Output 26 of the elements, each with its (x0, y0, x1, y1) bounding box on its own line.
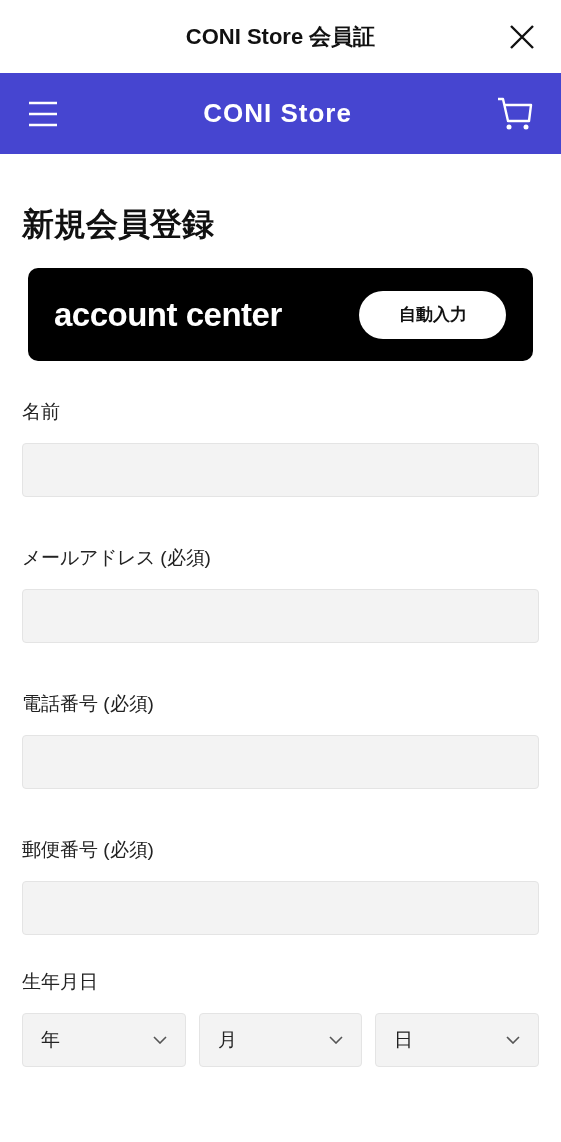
store-logo[interactable]: CONI Store (203, 94, 352, 133)
chevron-down-icon (329, 1036, 344, 1044)
date-dropdown[interactable]: 年 (22, 1013, 186, 1067)
close-button[interactable] (509, 24, 535, 50)
field-label: 生年月日 (22, 970, 99, 994)
page-heading: 新規会員登録 (22, 205, 215, 244)
input-field[interactable] (22, 881, 539, 935)
autofill-button[interactable]: 自動入力 (359, 290, 506, 339)
menu-button[interactable] (28, 100, 58, 127)
cart-button[interactable] (497, 96, 533, 131)
field-label: 電話番号 (必須) (22, 692, 155, 716)
input-field[interactable] (22, 589, 539, 643)
input-field[interactable] (22, 735, 539, 789)
chevron-down-icon (152, 1036, 167, 1044)
field-label: 郵便番号 (必須) (22, 838, 155, 862)
window-title: CONI Store 会員証 (185, 23, 376, 51)
chevron-down-icon (506, 1036, 520, 1044)
field-label: メールアドレス (必須) (22, 546, 212, 570)
menu-icon (28, 100, 58, 127)
date-dropdown[interactable]: 月 (198, 1013, 363, 1067)
account-center-logo: account center (54, 294, 282, 335)
close-icon (509, 24, 535, 50)
field-label: 名前 (22, 400, 61, 424)
input-field[interactable] (22, 443, 539, 497)
date-dropdown[interactable]: 日 (375, 1013, 539, 1067)
cart-icon (497, 96, 533, 131)
